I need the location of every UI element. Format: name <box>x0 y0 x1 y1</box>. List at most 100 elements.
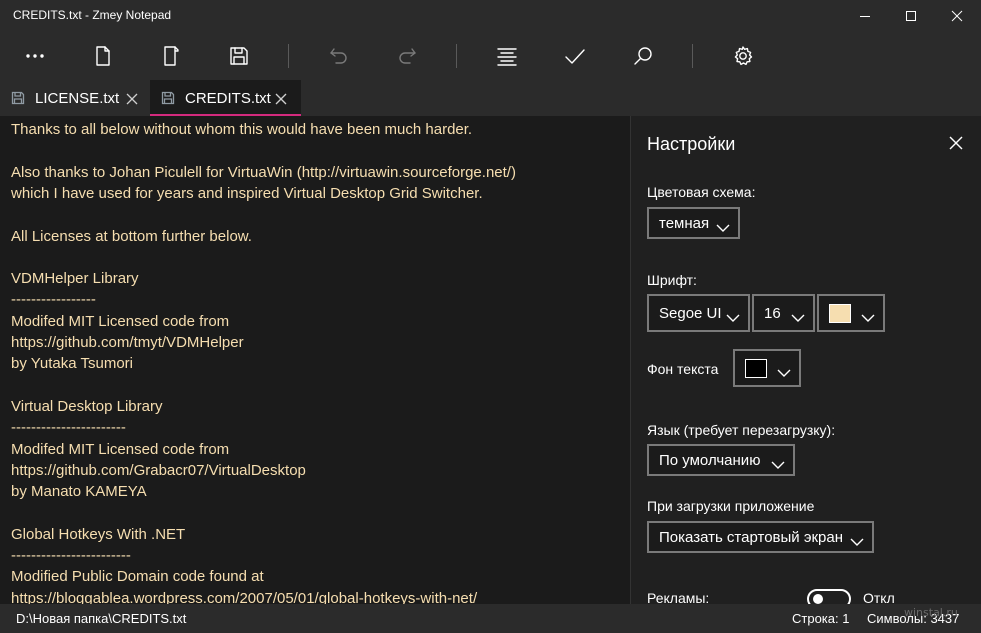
text-line: ----------------- <box>11 291 96 309</box>
text-line: ------------------------ <box>11 547 131 564</box>
color-swatch <box>829 304 851 323</box>
color-scheme-select[interactable]: темная <box>647 207 740 239</box>
text-line: Virtual Desktop Library <box>11 397 163 415</box>
align-icon <box>497 48 517 66</box>
maximize-icon <box>906 11 916 21</box>
close-icon <box>275 93 287 105</box>
text-line: Modifed MIT Licensed code from <box>11 312 230 330</box>
more-button[interactable] <box>12 32 58 80</box>
redo-button[interactable] <box>384 32 430 80</box>
text-line: Global Hotkeys With .NET <box>11 525 186 543</box>
close-icon <box>951 10 963 22</box>
gear-icon <box>734 46 753 66</box>
text-line: by Yutaka Tsumori <box>11 355 134 373</box>
select-value: Segoe UI <box>659 305 722 322</box>
chevron-down-icon <box>850 533 864 551</box>
save-icon <box>230 47 248 65</box>
minimize-icon <box>860 16 870 17</box>
chevron-down-icon <box>861 309 875 327</box>
status-bar: D:\Новая папка\CREDITS.txt Строка: 1 Сим… <box>0 604 981 633</box>
ads-state: Откл <box>863 590 895 604</box>
text-line: Modified Public Domain code found at <box>11 568 264 586</box>
text-line: ----------------------- <box>11 419 126 437</box>
select-value: По умолчанию <box>659 452 761 469</box>
font-family-select[interactable]: Segoe UI <box>647 294 750 332</box>
search-button[interactable] <box>620 32 666 80</box>
new-file-icon <box>96 46 110 66</box>
toggle-knob <box>813 594 823 604</box>
close-icon <box>949 136 963 150</box>
tab-label: LICENSE.txt <box>35 90 120 107</box>
text-line: Thanks to all below without whom this wo… <box>11 121 473 138</box>
open-file-button[interactable] <box>148 32 194 80</box>
redo-icon <box>399 48 416 64</box>
chevron-down-icon <box>726 309 740 327</box>
language-select[interactable]: По умолчанию <box>647 444 795 476</box>
text-editor[interactable]: Thanks to all below without whom this wo… <box>0 116 630 604</box>
line-counter: Строка: 1 <box>792 611 850 626</box>
text-line: by Manato KAMEYA <box>11 483 147 501</box>
toolbar-separator <box>288 44 289 68</box>
select-value: 16 <box>764 305 781 322</box>
maximize-button[interactable] <box>888 0 934 32</box>
more-icon <box>26 54 44 58</box>
settings-button[interactable] <box>720 32 766 80</box>
close-settings-button[interactable] <box>949 136 963 155</box>
font-size-select[interactable]: 16 <box>752 294 815 332</box>
toolbar <box>0 32 981 80</box>
text-line: VDMHelper Library <box>11 270 139 288</box>
tab-bar: LICENSE.txt CREDITS.txt <box>0 80 981 116</box>
close-window-button[interactable] <box>934 0 980 32</box>
close-icon <box>126 93 138 105</box>
toolbar-separator <box>692 44 693 68</box>
close-tab-button[interactable] <box>275 92 287 110</box>
window-title: CREDITS.txt - Zmey Notepad <box>13 8 172 22</box>
text-bg-label: Фон текста <box>647 361 719 377</box>
color-swatch <box>745 359 767 378</box>
check-button[interactable] <box>552 32 598 80</box>
file-path: D:\Новая папка\CREDITS.txt <box>16 611 187 626</box>
open-file-icon <box>164 46 179 66</box>
language-label: Язык (требует перезагрузку): <box>647 422 836 438</box>
chevron-down-icon <box>791 309 805 327</box>
ads-label: Рекламы: <box>647 590 710 604</box>
ads-toggle[interactable] <box>807 589 851 604</box>
tab-license[interactable]: LICENSE.txt <box>0 80 150 116</box>
text-line: which I have used for years and inspired… <box>11 184 483 202</box>
font-color-select[interactable] <box>817 294 885 332</box>
chevron-down-icon <box>771 456 785 474</box>
save-icon <box>11 91 25 110</box>
text-line: https://github.com/tmyt/VDMHelper <box>11 334 244 351</box>
close-tab-button[interactable] <box>126 92 138 110</box>
color-scheme-label: Цветовая схема: <box>647 184 756 200</box>
text-line: Modifed MIT Licensed code from <box>11 440 230 458</box>
watermark: winstal.ru <box>904 606 958 619</box>
undo-icon <box>330 48 347 64</box>
startup-select[interactable]: Показать стартовый экран <box>647 521 874 553</box>
select-value: темная <box>659 215 710 232</box>
startup-label: При загрузки приложение <box>647 498 815 514</box>
text-line: Also thanks to Johan Piculell for Virtua… <box>11 163 516 181</box>
toolbar-separator <box>456 44 457 68</box>
text-line: All Licenses at bottom further below. <box>11 227 252 245</box>
settings-title: Настройки <box>647 134 736 154</box>
new-file-button[interactable] <box>80 32 126 80</box>
text-line: https://bloggablea.wordpress.com/2007/05… <box>11 589 478 604</box>
align-button[interactable] <box>484 32 530 80</box>
minimize-button[interactable] <box>842 0 888 32</box>
tab-label: CREDITS.txt <box>185 90 271 107</box>
chevron-down-icon <box>716 219 730 237</box>
search-icon <box>634 47 652 65</box>
font-label: Шрифт: <box>647 272 697 288</box>
text-bg-color-select[interactable] <box>733 349 801 387</box>
chevron-down-icon <box>777 364 791 382</box>
check-icon <box>565 49 585 64</box>
undo-button[interactable] <box>316 32 362 80</box>
save-icon <box>161 91 175 110</box>
text-line: https://github.com/Grabacr07/VirtualDesk… <box>11 461 306 479</box>
tab-credits[interactable]: CREDITS.txt <box>150 80 301 116</box>
settings-panel: Настройки Цветовая схема: темная Шрифт: … <box>630 116 981 604</box>
select-value: Показать стартовый экран <box>659 529 844 546</box>
title-bar: CREDITS.txt - Zmey Notepad <box>0 0 981 32</box>
save-button[interactable] <box>216 32 262 80</box>
